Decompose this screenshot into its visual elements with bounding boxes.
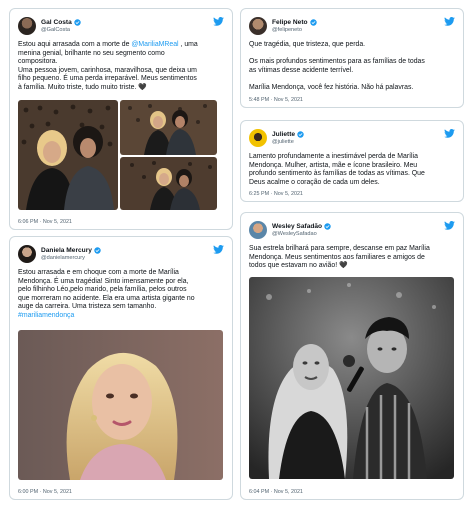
tweet-card-felipe-neto[interactable]: Felipe Neto @felipeneto Que tragédia, qu… bbox=[240, 8, 464, 108]
tweet-photo[interactable] bbox=[249, 277, 454, 479]
twitter-bird-icon[interactable] bbox=[444, 129, 455, 138]
avatar[interactable] bbox=[249, 129, 267, 147]
user-handle[interactable]: @danielamercury bbox=[41, 255, 101, 261]
tweet-text: Sua estrela brilhará para sempre, descan… bbox=[249, 245, 430, 270]
tweet-text: Estou arrasada e em choque com a morte d… bbox=[18, 269, 224, 321]
verified-badge-icon bbox=[310, 19, 317, 26]
display-name[interactable]: Daniela Mercury bbox=[41, 247, 92, 254]
twitter-bird-icon[interactable] bbox=[213, 245, 224, 254]
tweet-timestamp[interactable]: 6:06 PM · Nov 5, 2021 bbox=[18, 219, 72, 225]
user-handle[interactable]: @GalCosta bbox=[41, 27, 81, 33]
tweet-timestamp[interactable]: 6:25 PM · Nov 5, 2021 bbox=[249, 191, 303, 197]
twitter-bird-icon[interactable] bbox=[213, 17, 224, 26]
tweet-card-juliette[interactable]: Juliette @juliette Lamento profundamente… bbox=[240, 120, 464, 202]
user-handle[interactable]: @felipeneto bbox=[272, 27, 317, 33]
tweet-photo[interactable] bbox=[18, 330, 223, 480]
verified-badge-icon bbox=[297, 131, 304, 138]
user-handle[interactable]: @juliette bbox=[272, 139, 304, 145]
tweet-photo-3[interactable] bbox=[120, 157, 217, 210]
tweet-card-daniela-mercury[interactable]: Daniela Mercury @danielamercury Estou ar… bbox=[9, 236, 233, 500]
avatar[interactable] bbox=[18, 17, 36, 35]
display-name[interactable]: Juliette bbox=[272, 131, 295, 138]
tweet-card-gal-costa[interactable]: Gal Costa @GalCosta Estou aqui arrasada … bbox=[9, 8, 233, 230]
tweet-timestamp[interactable]: 6:00 PM · Nov 5, 2021 bbox=[18, 489, 72, 495]
tweet-photo-2[interactable] bbox=[120, 100, 217, 155]
verified-badge-icon bbox=[324, 223, 331, 230]
avatar[interactable] bbox=[249, 221, 267, 239]
tweet-timestamp[interactable]: 5:48 PM · Nov 5, 2021 bbox=[249, 97, 303, 103]
verified-badge-icon bbox=[74, 19, 81, 26]
display-name[interactable]: Felipe Neto bbox=[272, 19, 308, 26]
tweet-photo-1[interactable] bbox=[18, 100, 118, 210]
tweet-text: Estou aqui arrasada com a morte de @Mari… bbox=[18, 41, 198, 91]
twitter-bird-icon[interactable] bbox=[444, 221, 455, 230]
tweet-card-wesley-safadao[interactable]: Wesley Safadão @WesleySafadao Sua estrel… bbox=[240, 212, 464, 500]
tweet-text: Que tragédia, que tristeza, que perda. O… bbox=[249, 41, 425, 91]
tweet-text: Lamento profundamente a inestimável perd… bbox=[249, 153, 425, 186]
user-handle[interactable]: @WesleySafadao bbox=[272, 231, 331, 237]
display-name[interactable]: Wesley Safadão bbox=[272, 223, 322, 230]
twitter-bird-icon[interactable] bbox=[444, 17, 455, 26]
avatar[interactable] bbox=[249, 17, 267, 35]
mention-link[interactable]: @MariliaMReal bbox=[131, 41, 178, 48]
tweet-timestamp[interactable]: 6:04 PM · Nov 5, 2021 bbox=[249, 489, 303, 495]
hashtag-link[interactable]: #mariliamendonça bbox=[18, 312, 224, 321]
display-name[interactable]: Gal Costa bbox=[41, 19, 72, 26]
verified-badge-icon bbox=[94, 247, 101, 254]
avatar[interactable] bbox=[18, 245, 36, 263]
